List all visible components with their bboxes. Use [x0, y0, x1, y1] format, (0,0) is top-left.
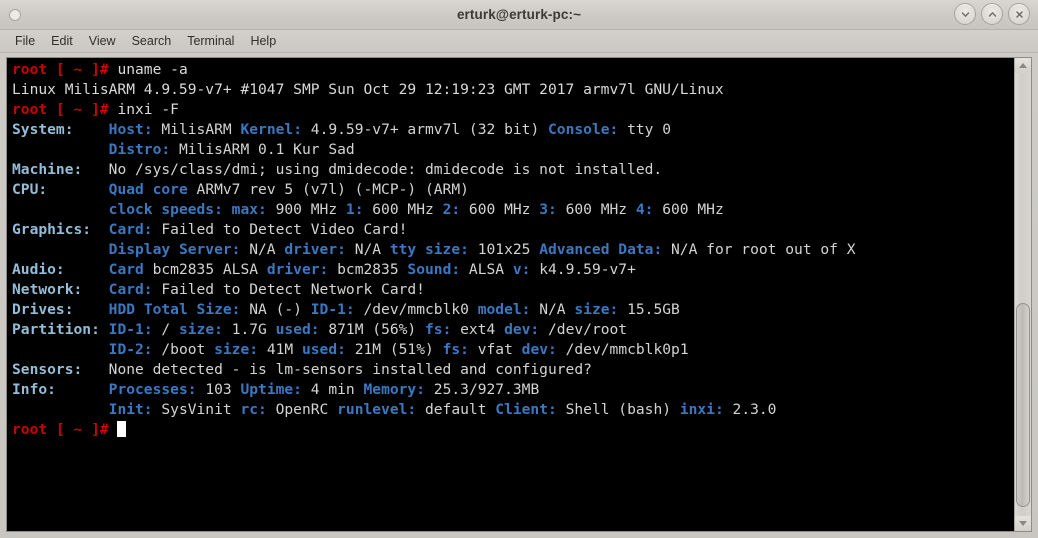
terminal-window: erturk@erturk-pc:~ File Edit View Search…	[0, 0, 1038, 538]
triangle-up-icon	[1019, 63, 1027, 68]
close-button[interactable]	[1008, 3, 1030, 25]
scrollbar-down-button[interactable]	[1015, 516, 1031, 531]
menu-item-search[interactable]: Search	[124, 32, 180, 50]
terminal-screen[interactable]: root [ ~ ]# uname -a Linux MilisARM 4.9.…	[7, 58, 1014, 531]
scrollbar-thumb[interactable]	[1016, 303, 1030, 508]
menu-item-edit[interactable]: Edit	[43, 32, 81, 50]
menu-item-help[interactable]: Help	[242, 32, 284, 50]
terminal-area: root [ ~ ]# uname -a Linux MilisARM 4.9.…	[0, 53, 1038, 538]
terminal-frame: root [ ~ ]# uname -a Linux MilisARM 4.9.…	[6, 57, 1014, 532]
terminal-window-icon	[9, 8, 21, 21]
window-title: erturk@erturk-pc:~	[456, 7, 582, 22]
window-titlebar: erturk@erturk-pc:~	[0, 0, 1038, 30]
chevron-down-icon	[961, 11, 969, 17]
terminal-output: root [ ~ ]# uname -a Linux MilisARM 4.9.…	[12, 61, 856, 438]
terminal-scrollbar[interactable]	[1014, 57, 1032, 532]
chevron-up-icon	[988, 11, 996, 17]
scrollbar-track[interactable]	[1015, 73, 1031, 516]
close-icon	[1015, 10, 1023, 18]
menu-item-view[interactable]: View	[81, 32, 124, 50]
window-controls	[954, 3, 1030, 25]
menu-bar: File Edit View Search Terminal Help	[0, 30, 1038, 53]
maximize-button[interactable]	[981, 3, 1003, 25]
menu-item-file[interactable]: File	[7, 32, 43, 50]
triangle-down-icon	[1019, 521, 1027, 526]
menu-item-terminal[interactable]: Terminal	[179, 32, 242, 50]
minimize-button[interactable]	[954, 3, 976, 25]
scrollbar-up-button[interactable]	[1015, 58, 1031, 73]
